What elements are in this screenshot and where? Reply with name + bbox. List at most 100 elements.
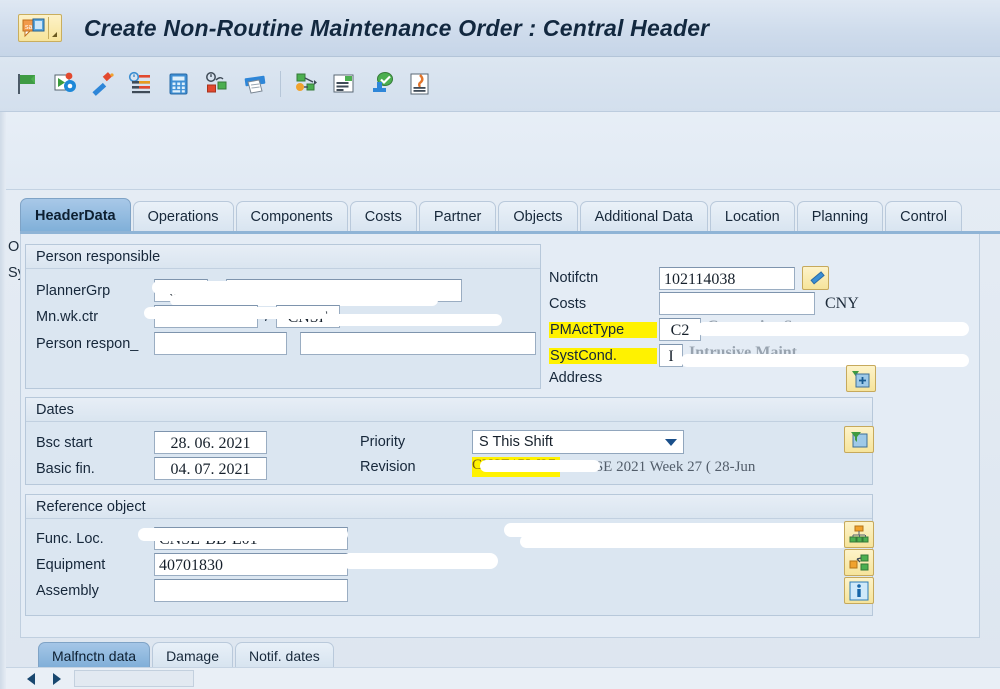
tab-partner[interactable]: Partner <box>418 201 497 232</box>
person-responsible-group: Person responsible PlannerGrp 010 / Mn.w… <box>25 244 541 389</box>
address-row: Address <box>549 370 659 386</box>
document-list-icon[interactable] <box>327 67 361 101</box>
tab-planning[interactable]: Planning <box>796 201 884 232</box>
title-bar: sa Create Non-Routine Maintenance Order … <box>0 0 1000 57</box>
basic-fin-input[interactable]: 04. 07. 2021 <box>154 457 267 480</box>
revision-text: CNSE 2021 Week 27 ( 28-Jun <box>574 458 756 475</box>
tab-label: Location <box>724 209 780 225</box>
equipment-input[interactable]: 40701830 <box>154 553 348 576</box>
arrow-left-icon[interactable] <box>18 668 44 689</box>
systcond-row: SystCond. I Intrusive Maint <box>549 344 797 367</box>
tab-label: Planning <box>811 209 869 225</box>
person-resp-row: Person respon_ <box>36 332 536 355</box>
info-icon[interactable] <box>844 577 874 604</box>
redaction-stroke <box>144 307 326 319</box>
notifctn-input[interactable]: 102114038 <box>659 266 795 290</box>
nav-field[interactable] <box>74 670 194 687</box>
redaction-stroke <box>138 528 348 541</box>
address-label: Address <box>549 370 603 386</box>
priority-value: S This Shift <box>479 434 553 450</box>
pmacttype-input[interactable]: C2 <box>659 318 701 341</box>
tab-label: Malfnctn data <box>52 648 137 664</box>
person-resp-text-input[interactable] <box>300 332 536 355</box>
redaction-stroke <box>322 314 502 326</box>
systcond-input[interactable]: I <box>659 344 683 367</box>
plannergrp-label: PlannerGrp <box>36 282 111 299</box>
tab-label: Additional Data <box>594 209 693 225</box>
bsc-start-input[interactable]: 28. 06. 2021 <box>154 431 267 454</box>
tab-label: Partner <box>433 209 482 225</box>
dates-title: Dates <box>26 398 872 422</box>
systcond-label: SystCond. <box>549 347 657 364</box>
clock-list-icon[interactable] <box>124 67 158 101</box>
magic-wand-icon[interactable] <box>86 67 120 101</box>
object-transfer-icon[interactable] <box>844 549 874 576</box>
priority-row: Priority S This Shift <box>360 430 684 454</box>
stamp-check-icon[interactable] <box>365 67 399 101</box>
person-responsible-title: Person responsible <box>26 245 540 269</box>
tab-components[interactable]: Components <box>235 201 348 232</box>
costs-row: Costs CNY <box>549 292 859 315</box>
print-document-icon[interactable] <box>238 67 272 101</box>
pencil-edit-icon[interactable] <box>802 266 829 290</box>
tab-malfnctn-data[interactable]: Malfnctn data <box>38 642 151 669</box>
sap-logo-icon[interactable]: sa <box>18 14 62 42</box>
equipment-row: Equipment 40701830 <box>36 553 348 576</box>
network-graph-icon[interactable] <box>289 67 323 101</box>
green-flag-icon[interactable] <box>10 67 44 101</box>
tab-costs[interactable]: Costs <box>349 201 417 232</box>
assembly-input[interactable] <box>154 579 348 602</box>
filter-select-icon[interactable] <box>844 426 874 453</box>
tab-label: Costs <box>364 209 402 225</box>
basic-fin-row: Basic fin. 04. 07. 2021 <box>36 457 267 480</box>
pmacttype-label: PMActType <box>549 321 657 338</box>
structure-list-icon[interactable] <box>844 521 874 548</box>
costs-input[interactable] <box>659 292 815 315</box>
tab-additional-data[interactable]: Additional Data <box>579 201 708 232</box>
notification-icon[interactable] <box>403 67 437 101</box>
arrow-right-icon[interactable] <box>44 668 70 689</box>
assembly-label: Assembly <box>36 582 99 599</box>
tab-label: Components <box>250 209 333 225</box>
dates-group: Dates Bsc start 28. 06. 2021 Basic fin. … <box>25 397 874 485</box>
notifctn-label: Notifctn <box>549 270 599 286</box>
person-resp-label: Person respon_ <box>36 335 139 352</box>
tab-label: Control <box>900 209 947 225</box>
reference-object-title: Reference object <box>26 495 872 519</box>
tab-damage[interactable]: Damage <box>152 642 233 669</box>
bottom-tabstrip: Malfnctn data Damage Notif. dates <box>38 642 336 669</box>
redaction-stroke <box>681 354 969 367</box>
reference-object-group: Reference object Func. Loc. CNSE-BB-E01 … <box>25 494 874 616</box>
clock-lock-icon[interactable] <box>200 67 234 101</box>
order-header-area: Order ZM01 %00000000001 2021-6-28-testin… <box>0 112 1000 285</box>
tab-control[interactable]: Control <box>885 201 962 232</box>
equipment-label: Equipment <box>36 556 106 573</box>
tab-label: Operations <box>147 209 219 225</box>
play-settings-icon[interactable] <box>48 67 82 101</box>
toolbar-divider <box>280 71 281 97</box>
application-toolbar <box>0 57 1000 112</box>
bsc-start-row: Bsc start 28. 06. 2021 <box>36 431 267 454</box>
logo-divider <box>48 17 49 39</box>
tab-location[interactable]: Location <box>709 201 795 232</box>
assembly-row: Assembly <box>36 579 348 602</box>
person-resp-input[interactable] <box>154 332 287 355</box>
tab-headerdata[interactable]: HeaderData <box>20 198 131 232</box>
tab-notif-dates[interactable]: Notif. dates <box>234 642 334 669</box>
notifctn-row: Notifctn 102114038 <box>549 266 829 290</box>
page-title: Create Non-Routine Maintenance Order : C… <box>84 14 710 41</box>
priority-dropdown[interactable]: S This Shift <box>472 430 684 454</box>
calculator-icon[interactable] <box>162 67 196 101</box>
revision-label: Revision <box>360 459 416 475</box>
tab-operations[interactable]: Operations <box>132 201 234 232</box>
costs-label: Costs <box>549 295 587 312</box>
redaction-stroke <box>520 535 848 548</box>
left-rail <box>0 112 6 689</box>
redaction-stroke <box>342 553 498 569</box>
tab-objects[interactable]: Objects <box>498 201 578 232</box>
bsc-start-label: Bsc start <box>36 434 93 451</box>
tab-label: Damage <box>166 648 219 664</box>
address-new-icon[interactable] <box>846 365 876 392</box>
tab-label: HeaderData <box>35 207 116 224</box>
bottom-nav-bar <box>0 667 1000 689</box>
